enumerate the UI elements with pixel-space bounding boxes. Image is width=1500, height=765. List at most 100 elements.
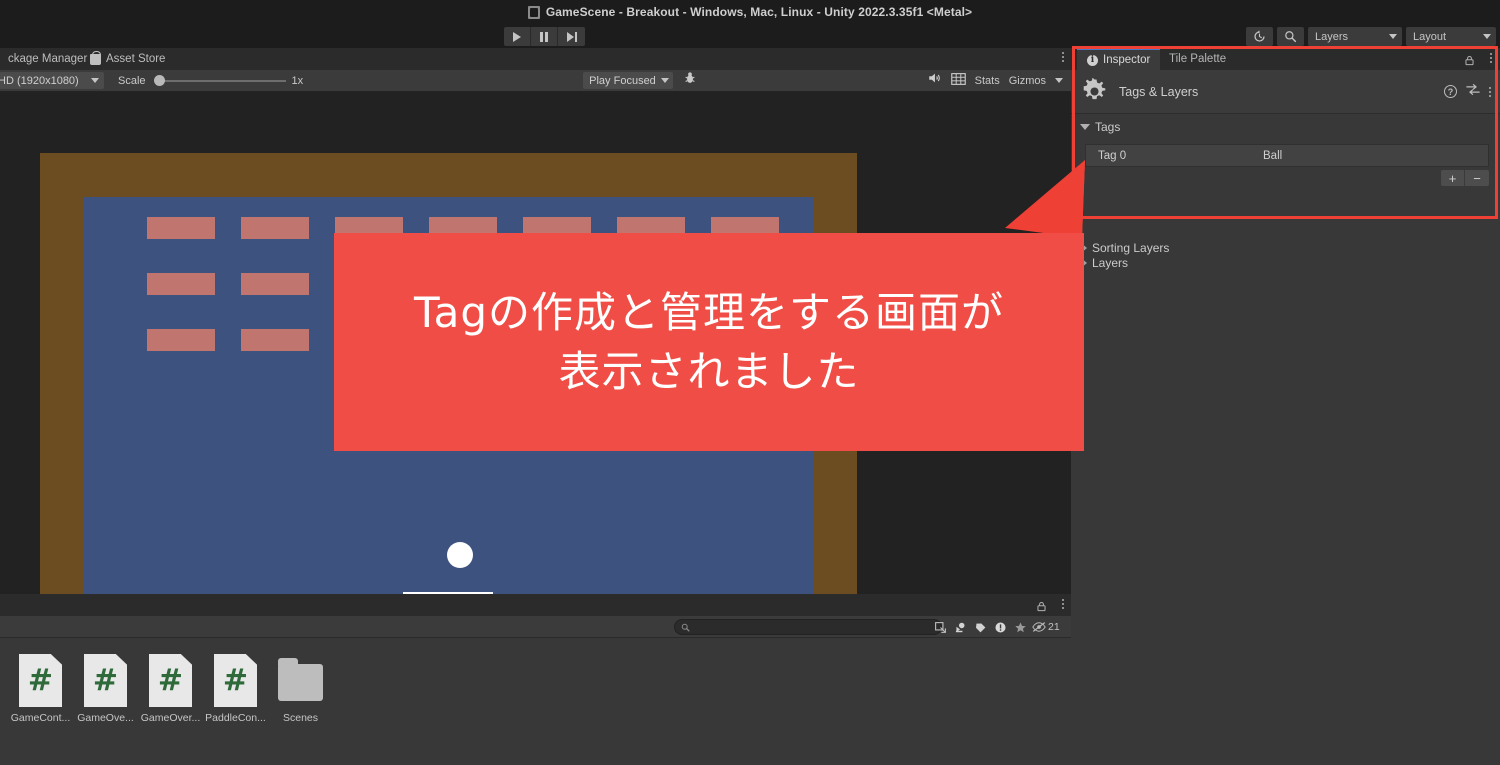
asset-item[interactable]: Scenes xyxy=(268,654,333,724)
project-options-button[interactable] xyxy=(1062,599,1064,609)
asset-grid: # GameCont... # GameOve... # GameOver... # Padd… xyxy=(8,654,333,724)
history-icon xyxy=(1253,30,1266,43)
play-button[interactable] xyxy=(504,27,531,46)
play-mode-dropdown[interactable]: Play Focused xyxy=(583,72,674,89)
grid-icon[interactable] xyxy=(950,72,966,90)
asset-label: GameOver... xyxy=(140,712,201,724)
hidden-assets-toggle[interactable]: 21 xyxy=(1030,621,1060,633)
help-icon[interactable]: ? xyxy=(1444,85,1457,98)
more-options-icon xyxy=(1062,52,1064,62)
scale-slider-handle[interactable] xyxy=(153,75,165,86)
inspector-options-button[interactable] xyxy=(1490,53,1492,63)
inspector-title: Tags & Layers xyxy=(1119,84,1199,99)
tab-package-manager-label: ckage Manager xyxy=(8,53,88,65)
folder-icon xyxy=(278,658,323,701)
asset-label: GameOve... xyxy=(77,712,134,724)
tab-inspector-label: Inspector xyxy=(1103,54,1151,66)
step-button[interactable] xyxy=(558,27,585,46)
tags-section: Tags Tag 0 Ball + − xyxy=(1071,118,1500,186)
asset-label: Scenes xyxy=(282,712,319,724)
asset-item[interactable]: # GameOve... xyxy=(73,654,138,724)
play-mode-label: Play Focused xyxy=(589,74,656,87)
debug-button[interactable] xyxy=(682,71,698,90)
asset-item[interactable]: # PaddleCon... xyxy=(203,654,268,724)
layers-dropdown[interactable]: Layers xyxy=(1308,27,1402,46)
scale-slider-track xyxy=(159,79,286,82)
layout-dropdown-label: Layout xyxy=(1413,30,1447,43)
pause-button[interactable] xyxy=(531,27,558,46)
chevron-down-icon xyxy=(1389,34,1397,39)
tag-index-label: Tag 0 xyxy=(1098,149,1127,162)
annotation-callout: Tagの作成と管理をする画面が 表示されました xyxy=(334,233,1084,451)
scale-value: 1x xyxy=(291,74,304,87)
stats-button[interactable]: Stats xyxy=(975,75,1000,87)
tags-foldout-header[interactable]: Tags xyxy=(1071,118,1500,136)
tag-value-field[interactable]: Ball xyxy=(1263,150,1282,162)
game-view-toolbar-right: Stats Gizmos xyxy=(927,71,1071,90)
asset-label: PaddleCon... xyxy=(205,712,266,724)
inspector-lock-button[interactable] xyxy=(1464,53,1475,71)
game-panel-options-button[interactable] xyxy=(1062,52,1064,62)
project-lock-button[interactable] xyxy=(1036,599,1047,617)
toolbar-right-cluster: Layers Layout xyxy=(1246,27,1496,46)
info-icon: i xyxy=(1087,54,1098,66)
sorting-layers-label: Sorting Layers xyxy=(1092,241,1170,255)
project-panel-tab-row xyxy=(0,594,1071,616)
layers-foldout-header[interactable]: Layers xyxy=(1071,254,1500,272)
more-options-icon[interactable] xyxy=(1489,86,1491,97)
brick xyxy=(147,273,215,295)
tab-asset-store[interactable]: Asset Store xyxy=(82,48,173,70)
window-title-container: GameScene - Breakout - Windows, Mac, Lin… xyxy=(0,0,1500,24)
resolution-label: HD (1920x1080) xyxy=(0,74,79,87)
chevron-down-icon[interactable] xyxy=(1055,78,1063,83)
inspector-panel: i Inspector Tile Palette Tags & Layers ?… xyxy=(1071,48,1500,765)
tab-package-manager[interactable]: ckage Manager xyxy=(0,48,95,70)
csharp-script-icon: # xyxy=(214,654,257,707)
tab-tile-palette[interactable]: Tile Palette xyxy=(1159,48,1236,70)
more-options-icon xyxy=(1490,53,1492,63)
unity-document-icon xyxy=(527,5,540,19)
search-button[interactable] xyxy=(1277,27,1304,46)
asset-item[interactable]: # GameOver... xyxy=(138,654,203,724)
search-icon xyxy=(1284,30,1297,43)
undo-history-button[interactable] xyxy=(1246,27,1273,46)
brick xyxy=(147,217,215,239)
chevron-down-icon xyxy=(91,78,99,83)
inspector-header-actions: ? xyxy=(1444,83,1500,101)
favorite-star-icon[interactable] xyxy=(1010,619,1030,635)
warning-icon[interactable] xyxy=(990,619,1010,635)
tag-row[interactable]: Tag 0 Ball xyxy=(1085,144,1489,167)
label-icon[interactable] xyxy=(970,619,990,635)
callout-line-2: 表示されました xyxy=(558,347,860,396)
layout-dropdown[interactable]: Layout xyxy=(1406,27,1496,46)
chevron-down-icon xyxy=(661,78,670,83)
asset-item[interactable]: # GameCont... xyxy=(8,654,73,724)
tab-asset-store-label: Asset Store xyxy=(106,53,166,65)
resolution-dropdown[interactable]: HD (1920x1080) xyxy=(0,72,104,89)
layers-dropdown-label: Layers xyxy=(1315,30,1349,43)
project-assets-area[interactable]: # GameCont... # GameOve... # GameOver... # Padd… xyxy=(0,638,1071,765)
project-filter-buttons: 21 xyxy=(930,619,1060,635)
chevron-down-icon xyxy=(1483,34,1491,39)
preset-icon[interactable] xyxy=(1466,83,1480,101)
inspector-content: Tags Tag 0 Ball + − Sorting Layers Layer… xyxy=(1071,114,1500,765)
remove-tag-button[interactable]: − xyxy=(1465,170,1489,186)
window-title: GameScene - Breakout - Windows, Mac, Lin… xyxy=(545,5,973,19)
search-by-label-icon[interactable] xyxy=(950,619,970,635)
triangle-down-icon xyxy=(1080,124,1090,130)
gizmos-button[interactable]: Gizmos xyxy=(1009,75,1046,87)
search-by-type-icon[interactable] xyxy=(930,619,950,635)
title-bar: GameScene - Breakout - Windows, Mac, Lin… xyxy=(0,0,1500,24)
tab-inspector[interactable]: i Inspector xyxy=(1077,48,1161,70)
csharp-script-icon: # xyxy=(19,654,62,707)
bug-icon xyxy=(683,71,697,90)
main-toolbar: Layers Layout xyxy=(0,24,1500,48)
layers-section-label: Layers xyxy=(1092,256,1129,270)
mute-audio-icon[interactable] xyxy=(927,71,942,90)
pause-icon xyxy=(540,31,548,42)
brick xyxy=(147,329,215,351)
scale-slider[interactable] xyxy=(153,74,286,88)
project-search-field[interactable] xyxy=(674,619,942,635)
add-tag-button[interactable]: + xyxy=(1441,170,1465,186)
more-options-icon xyxy=(1062,599,1064,609)
